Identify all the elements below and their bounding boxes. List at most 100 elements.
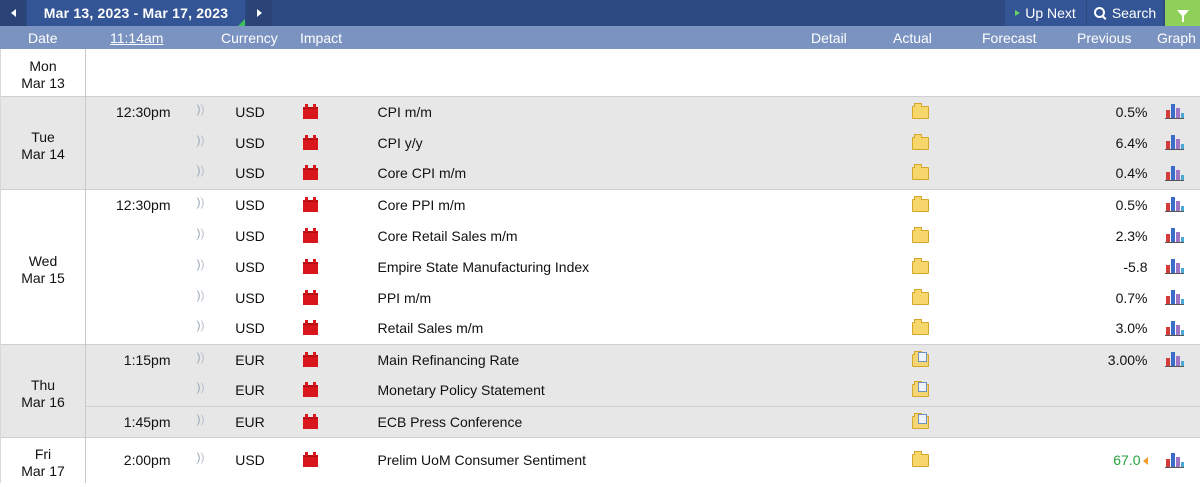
- high-impact-icon[interactable]: [302, 196, 318, 212]
- event-row[interactable]: FriMar 172:00pmUSDPrelim UoM Consumer Se…: [0, 436, 1200, 483]
- folder-doc-icon[interactable]: [911, 381, 929, 398]
- sound-cell[interactable]: [187, 220, 218, 251]
- sound-alert-icon[interactable]: [197, 102, 209, 117]
- high-impact-icon[interactable]: [302, 382, 318, 398]
- event-name[interactable]: Core CPI m/m: [377, 158, 793, 189]
- sound-alert-icon[interactable]: [197, 412, 209, 427]
- event-row[interactable]: 1:45pm EUR ECB Press Conference: [1, 405, 1200, 437]
- bar-chart-icon[interactable]: [1165, 134, 1185, 150]
- event-name[interactable]: Monetary Policy Statement: [377, 375, 793, 406]
- event-name[interactable]: CPI m/m: [377, 95, 793, 127]
- graph-cell[interactable]: [1147, 220, 1200, 251]
- sound-cell[interactable]: [187, 282, 218, 313]
- up-next-button[interactable]: Up Next: [1005, 0, 1086, 26]
- detail-cell[interactable]: [792, 313, 929, 344]
- sound-cell[interactable]: [187, 313, 218, 344]
- event-row[interactable]: TueMar 1412:30pmUSDCPI m/m0.5%: [0, 95, 1200, 189]
- graph-cell[interactable]: [1147, 188, 1200, 220]
- high-impact-icon[interactable]: [302, 258, 318, 274]
- bar-chart-icon[interactable]: [1165, 289, 1185, 305]
- high-impact-icon[interactable]: [302, 320, 318, 336]
- folder-icon[interactable]: [911, 133, 929, 150]
- bar-chart-icon[interactable]: [1165, 196, 1185, 213]
- sound-cell[interactable]: [187, 188, 218, 220]
- detail-cell[interactable]: [792, 158, 929, 189]
- bar-chart-icon[interactable]: [1165, 103, 1185, 120]
- event-row[interactable]: USD PPI m/m 0.7%: [1, 282, 1200, 313]
- revised-better-icon[interactable]: [1142, 457, 1148, 466]
- high-impact-icon[interactable]: [302, 289, 318, 305]
- event-name[interactable]: Empire State Manufacturing Index: [377, 251, 793, 282]
- sound-alert-icon[interactable]: [197, 350, 209, 365]
- date-range-button[interactable]: Mar 13, 2023 - Mar 17, 2023: [27, 0, 245, 26]
- sound-cell[interactable]: [187, 251, 218, 282]
- detail-cell[interactable]: [792, 220, 929, 251]
- folder-icon[interactable]: [911, 257, 929, 274]
- event-name[interactable]: CPI y/y: [377, 127, 793, 158]
- detail-cell[interactable]: [792, 251, 929, 282]
- bar-chart-icon[interactable]: [1165, 258, 1185, 274]
- sound-alert-icon[interactable]: [197, 450, 209, 465]
- sound-cell[interactable]: [187, 343, 218, 375]
- sound-cell[interactable]: [187, 127, 218, 158]
- detail-cell[interactable]: [792, 405, 929, 437]
- sound-alert-icon[interactable]: [197, 195, 209, 210]
- event-row[interactable]: USD Empire State Manufacturing Index -5.8: [1, 251, 1200, 282]
- folder-icon[interactable]: [911, 102, 929, 119]
- detail-cell[interactable]: [792, 375, 929, 406]
- sound-alert-icon[interactable]: [197, 163, 209, 178]
- graph-cell[interactable]: [1147, 405, 1200, 437]
- sound-alert-icon[interactable]: [197, 133, 209, 148]
- next-week-button[interactable]: [246, 0, 272, 26]
- filter-button[interactable]: [1165, 0, 1200, 26]
- folder-doc-icon[interactable]: [911, 412, 929, 429]
- bar-chart-icon[interactable]: [1165, 227, 1185, 243]
- detail-cell[interactable]: [792, 282, 929, 313]
- event-name[interactable]: Core PPI m/m: [377, 188, 793, 220]
- folder-icon[interactable]: [911, 226, 929, 243]
- folder-doc-icon[interactable]: [911, 350, 929, 367]
- folder-icon[interactable]: [911, 195, 929, 212]
- graph-cell[interactable]: [1147, 251, 1200, 282]
- event-row[interactable]: WedMar 1512:30pmUSDCore PPI m/m0.5%: [0, 188, 1200, 344]
- graph-cell[interactable]: [1147, 95, 1200, 127]
- graph-cell[interactable]: [1147, 343, 1200, 375]
- detail-cell[interactable]: [792, 188, 929, 220]
- event-name[interactable]: Main Refinancing Rate: [377, 343, 793, 375]
- graph-cell[interactable]: [1147, 158, 1200, 189]
- folder-icon[interactable]: [911, 288, 929, 305]
- high-impact-icon[interactable]: [302, 351, 318, 367]
- bar-chart-icon[interactable]: [1165, 351, 1185, 368]
- graph-cell[interactable]: [1147, 436, 1200, 483]
- graph-cell[interactable]: [1147, 375, 1200, 406]
- event-name[interactable]: PPI m/m: [377, 282, 793, 313]
- sound-alert-icon[interactable]: [197, 288, 209, 303]
- sound-alert-icon[interactable]: [197, 318, 209, 333]
- sound-cell[interactable]: [187, 405, 218, 437]
- detail-cell[interactable]: [792, 436, 929, 483]
- detail-cell[interactable]: [792, 343, 929, 375]
- event-row[interactable]: USD CPI y/y 6.4%: [1, 127, 1200, 158]
- graph-cell[interactable]: [1147, 313, 1200, 344]
- sound-cell[interactable]: [187, 375, 218, 406]
- sound-alert-icon[interactable]: [197, 226, 209, 241]
- sound-cell[interactable]: [187, 436, 218, 483]
- high-impact-icon[interactable]: [302, 165, 318, 181]
- high-impact-icon[interactable]: [302, 103, 318, 119]
- graph-cell[interactable]: [1147, 127, 1200, 158]
- bar-chart-icon[interactable]: [1165, 452, 1185, 468]
- folder-icon[interactable]: [911, 451, 929, 468]
- high-impact-icon[interactable]: [302, 227, 318, 243]
- event-name[interactable]: Core Retail Sales m/m: [377, 220, 793, 251]
- search-button[interactable]: Search: [1087, 0, 1163, 26]
- previous-week-button[interactable]: [0, 0, 26, 26]
- folder-icon[interactable]: [911, 319, 929, 336]
- sound-alert-icon[interactable]: [197, 257, 209, 272]
- event-name[interactable]: Retail Sales m/m: [377, 313, 793, 344]
- event-name[interactable]: Prelim UoM Consumer Sentiment: [377, 436, 793, 483]
- event-row[interactable]: USD Core CPI m/m 0.4%: [1, 158, 1200, 189]
- event-row[interactable]: ThuMar 161:15pmEURMain Refinancing Rate3…: [0, 343, 1200, 437]
- sound-cell[interactable]: [187, 95, 218, 127]
- graph-cell[interactable]: [1147, 282, 1200, 313]
- bar-chart-icon[interactable]: [1165, 320, 1185, 336]
